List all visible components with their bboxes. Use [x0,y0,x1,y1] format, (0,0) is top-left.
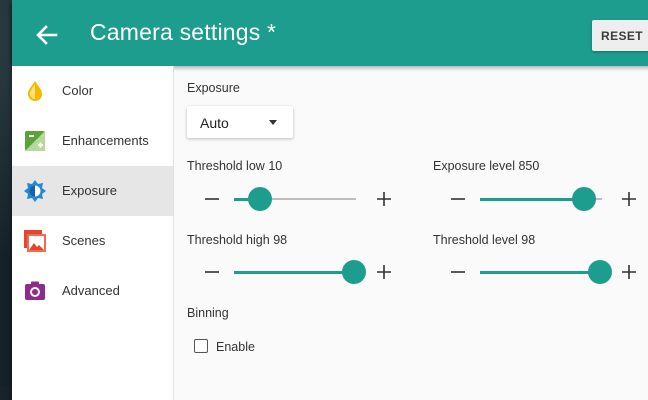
exposure-mode-select[interactable]: Auto [187,106,293,138]
exposure-level-title: Exposure level 850 [433,159,539,173]
threshold-low-title: Threshold low 10 [187,159,282,173]
threshold-high-decrease-button[interactable] [200,260,224,284]
page-title: Camera settings * [90,19,277,45]
threshold-level-increase-button[interactable] [617,260,641,284]
plus-icon [622,192,636,206]
threshold-high-title: Threshold high 98 [187,233,287,247]
slider-name: Exposure level [433,159,515,173]
exposure-level-decrease-button[interactable] [446,187,470,211]
sidebar-item-label: Advanced [62,283,120,298]
slider-thumb[interactable] [588,260,612,284]
slider-fill [480,197,584,201]
binning-enable-checkbox[interactable] [194,339,208,353]
app-bar: Camera settings * RESET [12,0,648,66]
threshold-high-increase-button[interactable] [372,260,396,284]
sidebar-item-enhancements[interactable]: Enhancements [12,116,173,166]
reset-button[interactable]: RESET [592,20,648,51]
sidebar-item-exposure[interactable]: Exposure [12,166,173,216]
arrow-left-icon [36,25,58,45]
sidebar-item-label: Scenes [62,233,106,248]
select-value: Auto [200,115,229,131]
slider-value: 850 [518,159,540,173]
back-button[interactable] [34,22,60,48]
threshold-high-slider[interactable] [234,260,366,284]
chevron-down-icon [269,120,277,125]
sidebar: Color Enhancements Exposure Scenes Advan… [12,66,174,400]
slider-name: Threshold low [187,159,265,173]
minus-icon [451,198,465,200]
sidebar-item-label: Exposure [62,183,117,198]
slider-thumb[interactable] [342,260,366,284]
sidebar-item-scenes[interactable]: Scenes [12,216,173,266]
threshold-level-decrease-button[interactable] [446,260,470,284]
exposure-level-increase-button[interactable] [617,187,641,211]
plus-icon [377,265,391,279]
checkbox-label: Enable [216,340,255,354]
threshold-level-title: Threshold level 98 [433,233,535,247]
camera-settings-window: Camera settings * RESET Color Enhancemen… [12,0,648,400]
plus-icon [377,192,391,206]
slider-name: Threshold high [187,233,270,247]
binning-label: Binning [187,306,229,320]
slider-thumb[interactable] [248,187,272,211]
enhancements-icon [25,131,45,151]
color-drop-icon [28,81,42,101]
slider-value: 10 [268,159,283,173]
slider-name: Threshold level [433,233,518,247]
threshold-low-slider[interactable] [234,187,356,211]
slider-value: 98 [273,233,288,247]
sidebar-item-label: Enhancements [62,133,149,148]
sidebar-item-label: Color [62,83,94,98]
scenes-icon [24,230,46,252]
slider-value: 98 [521,233,536,247]
minus-icon [205,271,219,273]
plus-icon [622,265,636,279]
exposure-level-slider[interactable] [480,187,602,211]
slider-thumb[interactable] [572,187,596,211]
exposure-panel: Exposure Auto Threshold low 10 Exposure … [174,66,648,400]
minus-icon [451,271,465,273]
sidebar-item-advanced[interactable]: Advanced [12,266,173,316]
threshold-low-increase-button[interactable] [372,187,396,211]
threshold-low-decrease-button[interactable] [200,187,224,211]
exposure-mode-label: Exposure [187,81,240,95]
threshold-level-slider[interactable] [480,260,612,284]
sidebar-item-color[interactable]: Color [12,66,173,116]
slider-fill [480,270,600,274]
slider-fill [234,270,354,274]
exposure-icon [24,180,46,202]
minus-icon [205,198,219,200]
camera-icon [25,281,45,300]
